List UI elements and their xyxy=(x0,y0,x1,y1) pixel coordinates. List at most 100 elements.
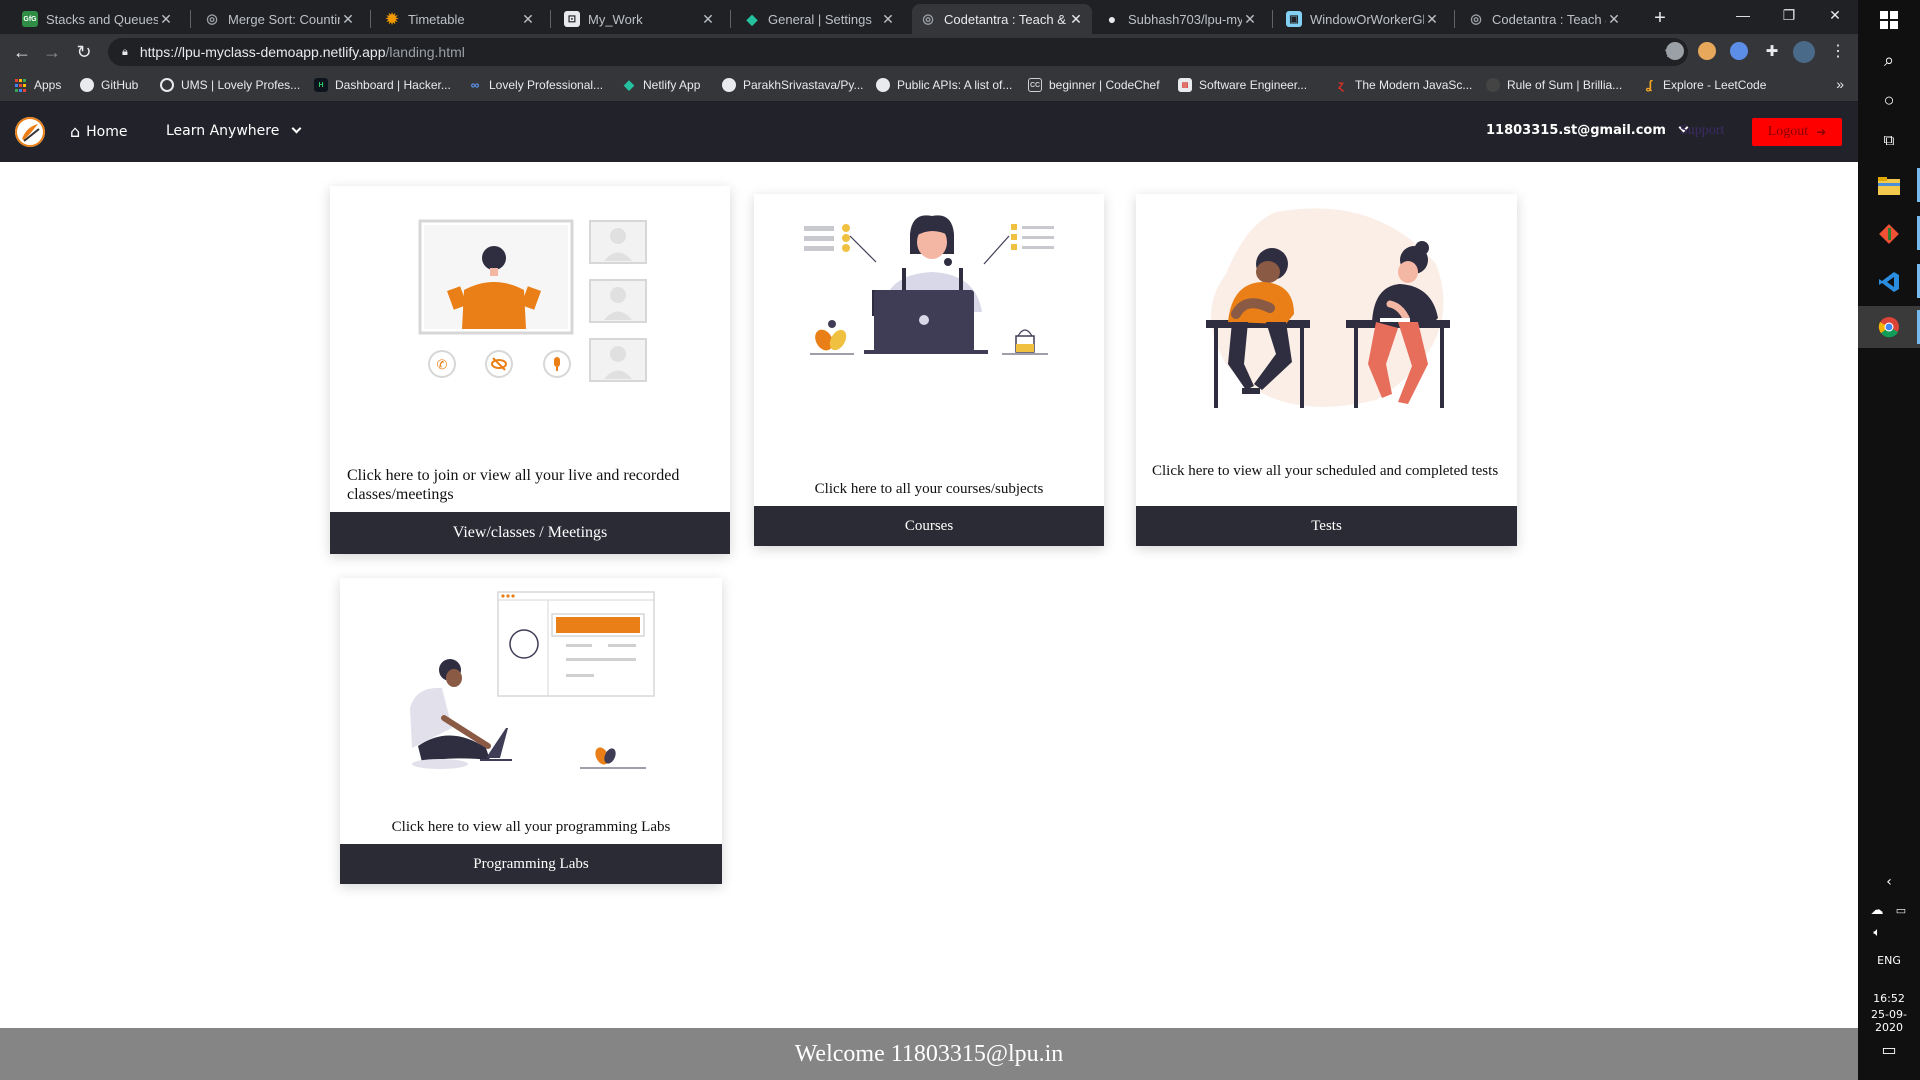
reload-button[interactable]: ↻ xyxy=(72,40,96,64)
action-center-icon[interactable]: ▭ xyxy=(1858,1040,1920,1059)
bookmark-hackerrank[interactable]: H Dashboard | Hacker... xyxy=(314,78,451,92)
volume-icon[interactable]: 🔈︎ xyxy=(1868,920,1886,944)
vscode-icon[interactable] xyxy=(1877,270,1901,294)
video-meeting-illustration: ✆ xyxy=(418,219,647,382)
programming-labs-card[interactable]: Click here to view all your programming … xyxy=(340,578,722,884)
extension-face-icon[interactable] xyxy=(1730,42,1748,60)
bookmark-ums[interactable]: UMS | Lovely Profes... xyxy=(160,78,300,92)
chrome-icon[interactable] xyxy=(1877,315,1901,339)
tab-title: Subhash703/lpu-mycl xyxy=(1128,11,1242,27)
clock-date[interactable]: 25-09-2020 xyxy=(1858,1008,1920,1034)
new-tab-button[interactable]: + xyxy=(1646,4,1674,32)
tab-general-settings[interactable]: ◆ General | Settings ✕ xyxy=(736,4,904,34)
forward-button[interactable]: → xyxy=(40,40,64,64)
task-view-icon[interactable]: ⧉ xyxy=(1877,128,1901,152)
tab-window-or-worker[interactable]: ▣ WindowOrWorkerGlo ✕ xyxy=(1278,4,1448,34)
extension-globe-icon[interactable] xyxy=(1666,42,1684,60)
apps-grid-icon xyxy=(14,78,27,92)
tab-timetable[interactable]: ✹ Timetable ✕ xyxy=(376,4,544,34)
extensions-puzzle-icon[interactable]: ✚ xyxy=(1760,40,1784,64)
extension-cookie-icon[interactable] xyxy=(1698,42,1716,60)
show-hidden-icons-chevron[interactable]: ‹ xyxy=(1858,874,1920,890)
bookmark-label: Apps xyxy=(34,78,62,92)
chevron-down-icon xyxy=(291,123,302,134)
cortana-icon[interactable]: ○ xyxy=(1877,88,1901,112)
netlify-icon: ◆ xyxy=(746,10,758,27)
nav-home-link[interactable]: ⌂ Home xyxy=(70,122,128,141)
codepen-icon: ⊡ xyxy=(564,11,580,27)
tests-card[interactable]: Click here to view all your scheduled an… xyxy=(1136,194,1517,546)
search-icon[interactable]: ⌕ xyxy=(1877,48,1901,72)
minimize-button[interactable]: — xyxy=(1720,0,1766,30)
js-icon: ɀ xyxy=(1338,78,1344,92)
tab-merge-sort[interactable]: ◎ Merge Sort: Counting ✕ xyxy=(196,4,364,34)
tab-close-icon[interactable]: ✕ xyxy=(1606,11,1622,28)
file-explorer-icon[interactable] xyxy=(1877,174,1901,198)
bookmark-apps[interactable]: Apps xyxy=(14,78,61,92)
bookmark-codechef[interactable]: CC beginner | CodeChef xyxy=(1028,78,1160,92)
chrome-menu-icon[interactable]: ⋮ xyxy=(1826,40,1850,64)
profile-avatar[interactable] xyxy=(1793,41,1815,63)
courses-button[interactable]: Courses xyxy=(754,506,1104,546)
onedrive-cloud-icon[interactable]: ☁ xyxy=(1868,898,1886,922)
bookmark-public-apis[interactable]: Public APIs: A list of... xyxy=(876,78,1012,92)
tab-close-icon[interactable]: ✕ xyxy=(880,11,896,28)
bookmark-github[interactable]: GitHub xyxy=(80,78,138,92)
tab-close-icon[interactable]: ✕ xyxy=(158,11,174,28)
restore-button[interactable]: ❐ xyxy=(1766,0,1812,30)
tab-close-icon[interactable]: ✕ xyxy=(700,11,716,28)
logout-label: Logout xyxy=(1767,124,1809,139)
user-email: 11803315.st@gmail.com xyxy=(1486,123,1666,138)
language-indicator[interactable]: ENG xyxy=(1858,954,1920,967)
bookmark-parakh[interactable]: ParakhSrivastava/Py... xyxy=(722,78,864,92)
tab-stacks-and-queues[interactable]: GfG Stacks and Queues Int ✕ xyxy=(14,4,182,34)
nav-learn-anywhere-dropdown[interactable]: Learn Anywhere xyxy=(166,123,302,139)
bookmark-label: Netlify App xyxy=(643,78,701,92)
nav-support-link[interactable]: Support xyxy=(1680,123,1724,139)
classes-card[interactable]: ✆ Click here to join or view all your li… xyxy=(330,186,730,554)
tab-my-work[interactable]: ⊡ My_Work ✕ xyxy=(556,4,724,34)
bookmark-lpu[interactable]: ∞ Lovely Professional... xyxy=(468,78,603,92)
close-window-button[interactable]: ✕ xyxy=(1812,0,1858,30)
windows-start-icon[interactable] xyxy=(1877,8,1901,32)
bookmark-brilliant[interactable]: Rule of Sum | Brillia... xyxy=(1486,78,1622,92)
tab-close-icon[interactable]: ✕ xyxy=(520,11,536,28)
bookmarks-overflow-button[interactable]: » xyxy=(1836,76,1844,92)
back-button[interactable]: ← xyxy=(10,40,34,64)
github-icon xyxy=(80,78,94,92)
classes-button[interactable]: View/classes / Meetings xyxy=(330,512,730,554)
tab-close-icon[interactable]: ✕ xyxy=(1242,11,1258,28)
bookmark-modern-js[interactable]: ɀ The Modern JavaSc... xyxy=(1334,78,1472,92)
programming-labs-illustration xyxy=(410,591,655,769)
lpu-logo[interactable] xyxy=(15,117,45,147)
bookmark-label: Dashboard | Hacker... xyxy=(335,78,451,92)
bookmark-leetcode[interactable]: ʆ Explore - LeetCode xyxy=(1642,78,1767,92)
tab-subhash-github[interactable]: ● Subhash703/lpu-mycl ✕ xyxy=(1096,4,1266,34)
windows-taskbar: ⌕ ○ ⧉ ‹ ☁ ▭ 🔈︎ ENG 16:52 25-09-2020 ▭ xyxy=(1858,0,1920,1080)
tab-close-icon[interactable]: ✕ xyxy=(340,11,356,28)
tab-title: My_Work xyxy=(588,11,643,27)
hackerrank-icon: H xyxy=(314,78,328,92)
tab-codetantra-active[interactable]: ◎ Codetantra : Teach & ✕ xyxy=(912,4,1092,34)
programming-labs-button[interactable]: Programming Labs xyxy=(340,844,722,884)
clock-time[interactable]: 16:52 xyxy=(1858,992,1920,1005)
address-bar[interactable]: 🔒︎ https://lpu-myclass-demoapp.netlify.a… xyxy=(108,38,1688,66)
bookmark-netlify[interactable]: ◆ Netlify App xyxy=(622,77,701,92)
tab-title: WindowOrWorkerGlo xyxy=(1310,11,1424,27)
bookmark-label: Software Engineer... xyxy=(1199,78,1308,92)
gear-star-icon: ✹ xyxy=(385,11,399,28)
courses-card[interactable]: Click here to all your courses/subjects … xyxy=(754,194,1104,546)
git-icon[interactable] xyxy=(1877,222,1901,246)
tab-close-icon[interactable]: ✕ xyxy=(1068,11,1084,28)
tab-close-icon[interactable]: ✕ xyxy=(1424,11,1440,28)
bookmark-label: UMS | Lovely Profes... xyxy=(181,78,301,92)
bookmark-software-engineer[interactable]: ▤ Software Engineer... xyxy=(1178,78,1307,92)
tab-title: Codetantra : Teach & xyxy=(1492,11,1606,27)
logout-button[interactable]: Logout ➜ xyxy=(1752,118,1842,146)
brilliant-icon xyxy=(1486,78,1500,92)
tab-title: General | Settings xyxy=(768,11,872,27)
nav-user-email-dropdown[interactable]: 11803315.st@gmail.com xyxy=(1486,122,1689,138)
battery-icon[interactable]: ▭ xyxy=(1892,898,1910,922)
tab-codetantra-2[interactable]: ◎ Codetantra : Teach & ✕ xyxy=(1460,4,1630,34)
tests-button[interactable]: Tests xyxy=(1136,506,1517,546)
